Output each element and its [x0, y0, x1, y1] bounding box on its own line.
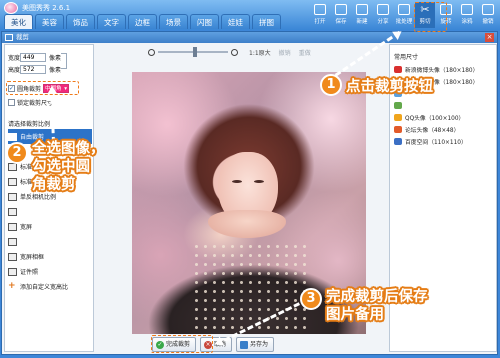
- batch-icon: [398, 4, 410, 15]
- step2-line: 全选图像，: [32, 141, 105, 157]
- size-icon: [394, 101, 402, 109]
- save-button[interactable]: 保存: [331, 2, 351, 28]
- open-folder-icon: [314, 4, 326, 15]
- tab-dolls[interactable]: 娃娃: [221, 14, 250, 29]
- app-title: 美图秀秀 2.6.1: [22, 4, 71, 12]
- share-icon: [377, 4, 389, 15]
- finish-crop-highlight: [151, 335, 213, 353]
- step1-callout: 1 点击裁剪按钮: [320, 74, 433, 96]
- step3-callout: 3 完成裁剪后保存 图片备用: [300, 288, 428, 324]
- photo-eye: [254, 180, 264, 183]
- new-file-icon: [356, 4, 368, 15]
- weibo-icon: [394, 65, 402, 73]
- rounded-corner-highlight: [6, 81, 79, 95]
- baidu-icon: [394, 137, 402, 145]
- step3-line: 完成裁剪后保存: [326, 289, 428, 305]
- width-label: 宽度: [8, 55, 21, 62]
- preset-header: 请选择裁剪比例: [8, 121, 51, 128]
- share-button[interactable]: 分享: [373, 2, 393, 28]
- width-row: 宽度 像素: [8, 53, 61, 62]
- photo-dress: [192, 242, 312, 334]
- save-icon: [335, 4, 347, 15]
- dialog-title-bar: 裁剪 ×: [2, 32, 497, 43]
- widescreen-frame-icon: [8, 252, 17, 261]
- undo-button[interactable]: 撤销: [478, 2, 498, 28]
- zoom-out-icon[interactable]: [148, 48, 155, 56]
- zoom-in-icon[interactable]: [231, 48, 238, 56]
- undo-button[interactable]: 撤销: [279, 48, 291, 57]
- step3-line: 图片备用: [326, 307, 384, 323]
- width-unit: 像素: [49, 55, 62, 62]
- height-row: 高度 像素: [8, 65, 61, 74]
- step3-text: 完成裁剪后保存 图片备用: [326, 288, 428, 324]
- actual-size-button[interactable]: 1:1原大: [249, 48, 271, 57]
- common-sizes-header: 常用尺寸: [394, 54, 419, 61]
- tab-beautify[interactable]: 美化: [4, 14, 33, 29]
- size-item[interactable]: 论坛头像（48×48）: [394, 123, 496, 135]
- tab-text[interactable]: 文字: [97, 14, 126, 29]
- ratio-link-bracket: [61, 53, 67, 69]
- step2-line: 角裁剪: [32, 177, 76, 193]
- redo-button[interactable]: 重做: [299, 48, 311, 57]
- save-as-button[interactable]: 另存为: [236, 337, 275, 352]
- lock-ratio-checkbox[interactable]: [8, 99, 15, 106]
- size-item[interactable]: [394, 99, 496, 111]
- doodle-button[interactable]: 涂鸦: [457, 2, 477, 28]
- qq-icon: [394, 113, 402, 121]
- plus-icon: +: [8, 281, 16, 291]
- widescreen-icon: [8, 222, 17, 231]
- zoom-bar: 1:1原大 撤销 重做: [145, 46, 385, 58]
- batch-button[interactable]: 批处理: [394, 2, 414, 28]
- preset-item[interactable]: [8, 234, 92, 249]
- zoom-slider-thumb[interactable]: [193, 47, 197, 57]
- height-input[interactable]: [20, 65, 46, 74]
- lock-ratio-label: 锁定裁剪尺寸: [17, 100, 54, 107]
- width-input[interactable]: [20, 53, 46, 62]
- size-item[interactable]: QQ头像（100×100）: [394, 111, 496, 123]
- preset-item[interactable]: [8, 204, 92, 219]
- dialog-title: 裁剪: [16, 33, 29, 41]
- tab-flash[interactable]: 闪图: [190, 14, 219, 29]
- tab-beauty[interactable]: 美容: [35, 14, 64, 29]
- close-icon[interactable]: ×: [485, 33, 494, 42]
- id-photo-icon: [8, 267, 17, 276]
- step1-number: 1: [320, 74, 342, 96]
- crop-button-highlight: [414, 2, 447, 32]
- step1-text: 点击裁剪按钮: [346, 78, 433, 95]
- tab-accessories[interactable]: 饰品: [66, 14, 95, 29]
- step2-text: 全选图像， 勾选中圆 角裁剪: [32, 140, 105, 194]
- doodle-icon: [461, 4, 473, 15]
- main-tabs: 美化 美容 饰品 文字 边框 场景 闪图 娃娃 拼图: [4, 14, 281, 29]
- ratio-icon: [8, 207, 17, 216]
- preset-item[interactable]: 宽屏相框: [8, 249, 92, 264]
- crop-dialog-icon: [5, 34, 13, 41]
- add-custom-ratio[interactable]: + 添加自定义宽高比: [8, 279, 92, 294]
- tab-collage[interactable]: 拼图: [252, 14, 281, 29]
- save-as-icon: [240, 340, 249, 349]
- open-button[interactable]: 打开: [310, 2, 330, 28]
- step3-number: 3: [300, 288, 322, 310]
- preset-item[interactable]: 宽屏: [8, 219, 92, 234]
- photo-hands: [208, 210, 286, 238]
- step2-callout: 2 全选图像， 勾选中圆 角裁剪: [6, 140, 105, 194]
- step2-number: 2: [6, 142, 28, 164]
- zoom-slider[interactable]: [158, 47, 228, 57]
- tab-frames[interactable]: 边框: [128, 14, 157, 29]
- new-button[interactable]: 新建: [352, 2, 372, 28]
- height-label: 高度: [8, 67, 21, 74]
- step2-line: 勾选中圆: [32, 159, 90, 175]
- ratio-icon: [8, 237, 17, 246]
- lock-ratio-row: 锁定裁剪尺寸: [8, 98, 53, 107]
- forum-icon: [394, 125, 402, 133]
- photo-eye: [232, 180, 242, 183]
- app-logo-icon: [4, 2, 18, 14]
- undo-icon: [482, 4, 494, 15]
- height-unit: 像素: [49, 67, 62, 74]
- size-item[interactable]: 百度空间（110×110）: [394, 135, 496, 147]
- preset-item[interactable]: 证件照: [8, 264, 92, 279]
- toolbar: 打开 保存 新建 分享 批处理 ✂ 剪切 旋转 涂鸦 撤销: [309, 2, 498, 28]
- tab-scenes[interactable]: 场景: [159, 14, 188, 29]
